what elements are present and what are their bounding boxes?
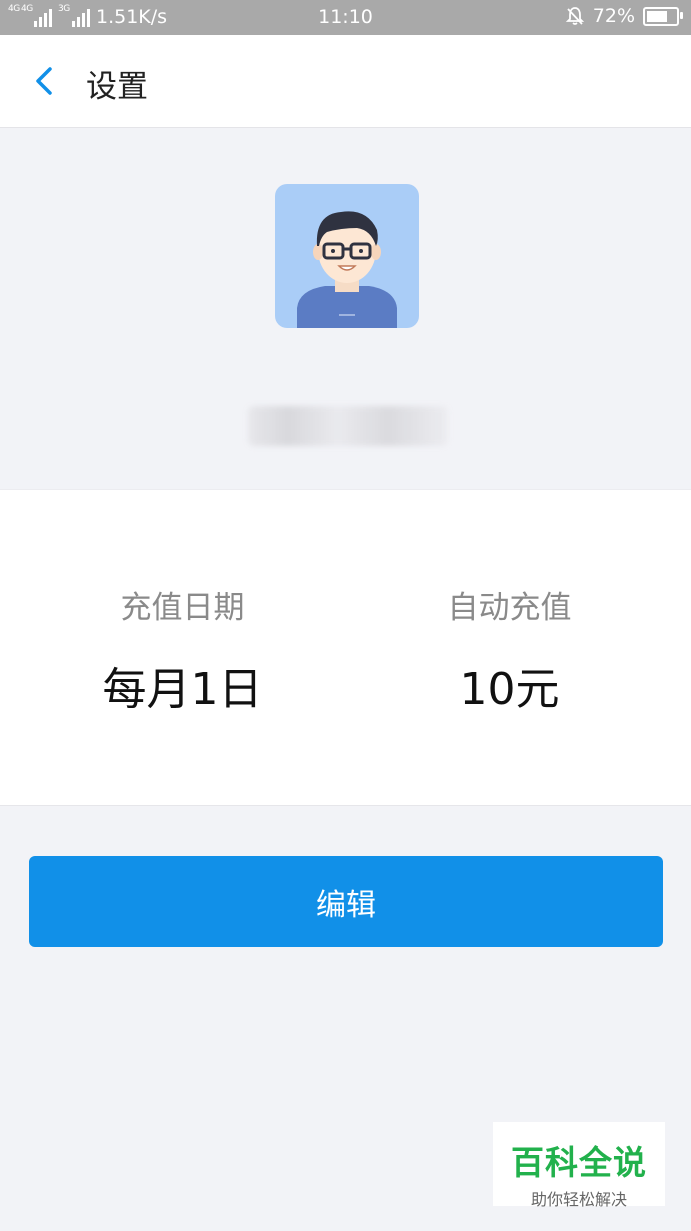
recharge-date-value: 每月1日 bbox=[102, 664, 263, 715]
mute-bell-icon bbox=[565, 7, 584, 25]
watermark-logo: 百科全说 助你轻松解决 bbox=[493, 1122, 665, 1209]
watermark-subtitle: 助你轻松解决 bbox=[530, 1190, 627, 1209]
avatar[interactable] bbox=[275, 184, 419, 328]
recharge-date-label: 充值日期 bbox=[120, 590, 245, 626]
auto-recharge-column: 自动充值 10元 bbox=[337, 490, 682, 717]
user-avatar-icon bbox=[275, 184, 419, 328]
profile-section bbox=[0, 128, 691, 488]
auto-recharge-label: 自动充值 bbox=[447, 590, 572, 626]
edit-button[interactable]: 编辑 bbox=[29, 856, 663, 947]
nav-bar: 设置 bbox=[0, 35, 691, 128]
recharge-info-card: 充值日期 每月1日 自动充值 10元 bbox=[0, 489, 691, 806]
auto-recharge-value: 10元 bbox=[459, 664, 560, 715]
battery-percent: 72% bbox=[592, 5, 635, 27]
recharge-date-column: 充值日期 每月1日 bbox=[10, 490, 355, 717]
back-button[interactable] bbox=[28, 63, 64, 99]
username-redacted bbox=[248, 406, 448, 446]
watermark-title: 百科全说 bbox=[511, 1143, 647, 1182]
status-bar: 4G 4G 3G 1.51K/s 11:10 72% bbox=[0, 0, 691, 35]
page-title: 设置 bbox=[86, 69, 148, 105]
chevron-left-icon bbox=[36, 67, 52, 95]
battery-icon bbox=[643, 6, 683, 26]
status-right: 72% bbox=[565, 5, 683, 27]
